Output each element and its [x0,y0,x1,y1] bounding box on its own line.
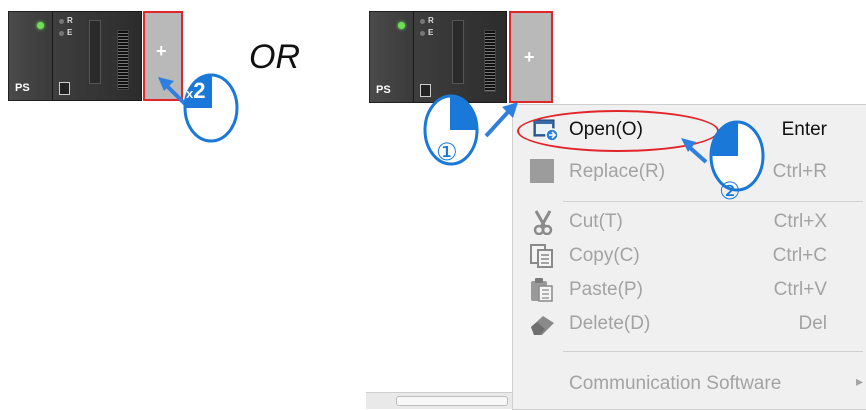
replace-icon [530,159,554,183]
cpu-module: R E [52,11,142,101]
step1-mouse-icon [423,94,518,166]
badge-count: 2 [193,78,206,103]
scissors-icon [533,210,553,235]
menu-item-label: Replace(R) [569,161,666,182]
io-connector [117,30,129,90]
menu-separator [563,351,863,352]
menu-item-copy[interactable]: Copy(C) Ctrl+C [513,239,866,273]
e-led-label: E [428,28,434,37]
menu-item-label: Delete(D) [569,313,651,334]
e-led-label: E [67,28,73,37]
scrollbar-thumb[interactable] [396,396,508,406]
power-led-icon [398,22,405,29]
r-led-icon [420,19,425,24]
e-led-icon [59,31,64,36]
menu-item-label: Cut(T) [569,211,623,232]
ps-label: PS [15,82,30,94]
double-click-badge: x2 [186,78,205,104]
menu-item-shortcut: Del [798,313,827,334]
or-label: OR [249,38,300,76]
usb-port [59,82,70,95]
copy-icon [530,244,553,268]
menu-item-shortcut: Ctrl+X [773,211,827,232]
r-led-label: R [67,16,73,25]
power-led-icon [37,22,44,29]
double-click-mouse-icon [158,73,239,143]
power-supply-module: PS [369,11,415,103]
add-slot-symbol: + [156,41,167,61]
menu-item-shortcut: Ctrl+C [772,245,827,266]
menu-item-delete[interactable]: Delete(D) Del [513,307,866,341]
menu-item-cut[interactable]: Cut(T) Ctrl+X [513,205,866,239]
r-led-label: R [428,16,434,25]
step1-number: ① [436,138,458,166]
step2-number: ② [719,177,741,205]
menu-item-communication-software[interactable]: Communication Software ▸ [513,367,866,401]
cpu-slot [452,20,464,84]
menu-item-label: Copy(C) [569,245,640,266]
menu-item-paste[interactable]: Paste(P) Ctrl+V [513,273,866,307]
eraser-icon [531,316,554,335]
menu-item-label: Paste(P) [569,279,643,300]
r-led-icon [59,19,64,24]
add-slot-symbol: + [524,47,535,67]
power-supply-module: PS [8,11,54,101]
e-led-icon [420,31,425,36]
submenu-arrow-icon: ▸ [855,373,863,389]
paste-icon [531,278,553,302]
ps-label: PS [376,84,391,96]
cpu-slot [89,20,101,84]
io-connector [484,30,496,92]
menu-item-label: Communication Software [569,373,782,394]
horizontal-scrollbar[interactable] [366,392,512,409]
menu-item-shortcut: Ctrl+V [773,279,827,300]
